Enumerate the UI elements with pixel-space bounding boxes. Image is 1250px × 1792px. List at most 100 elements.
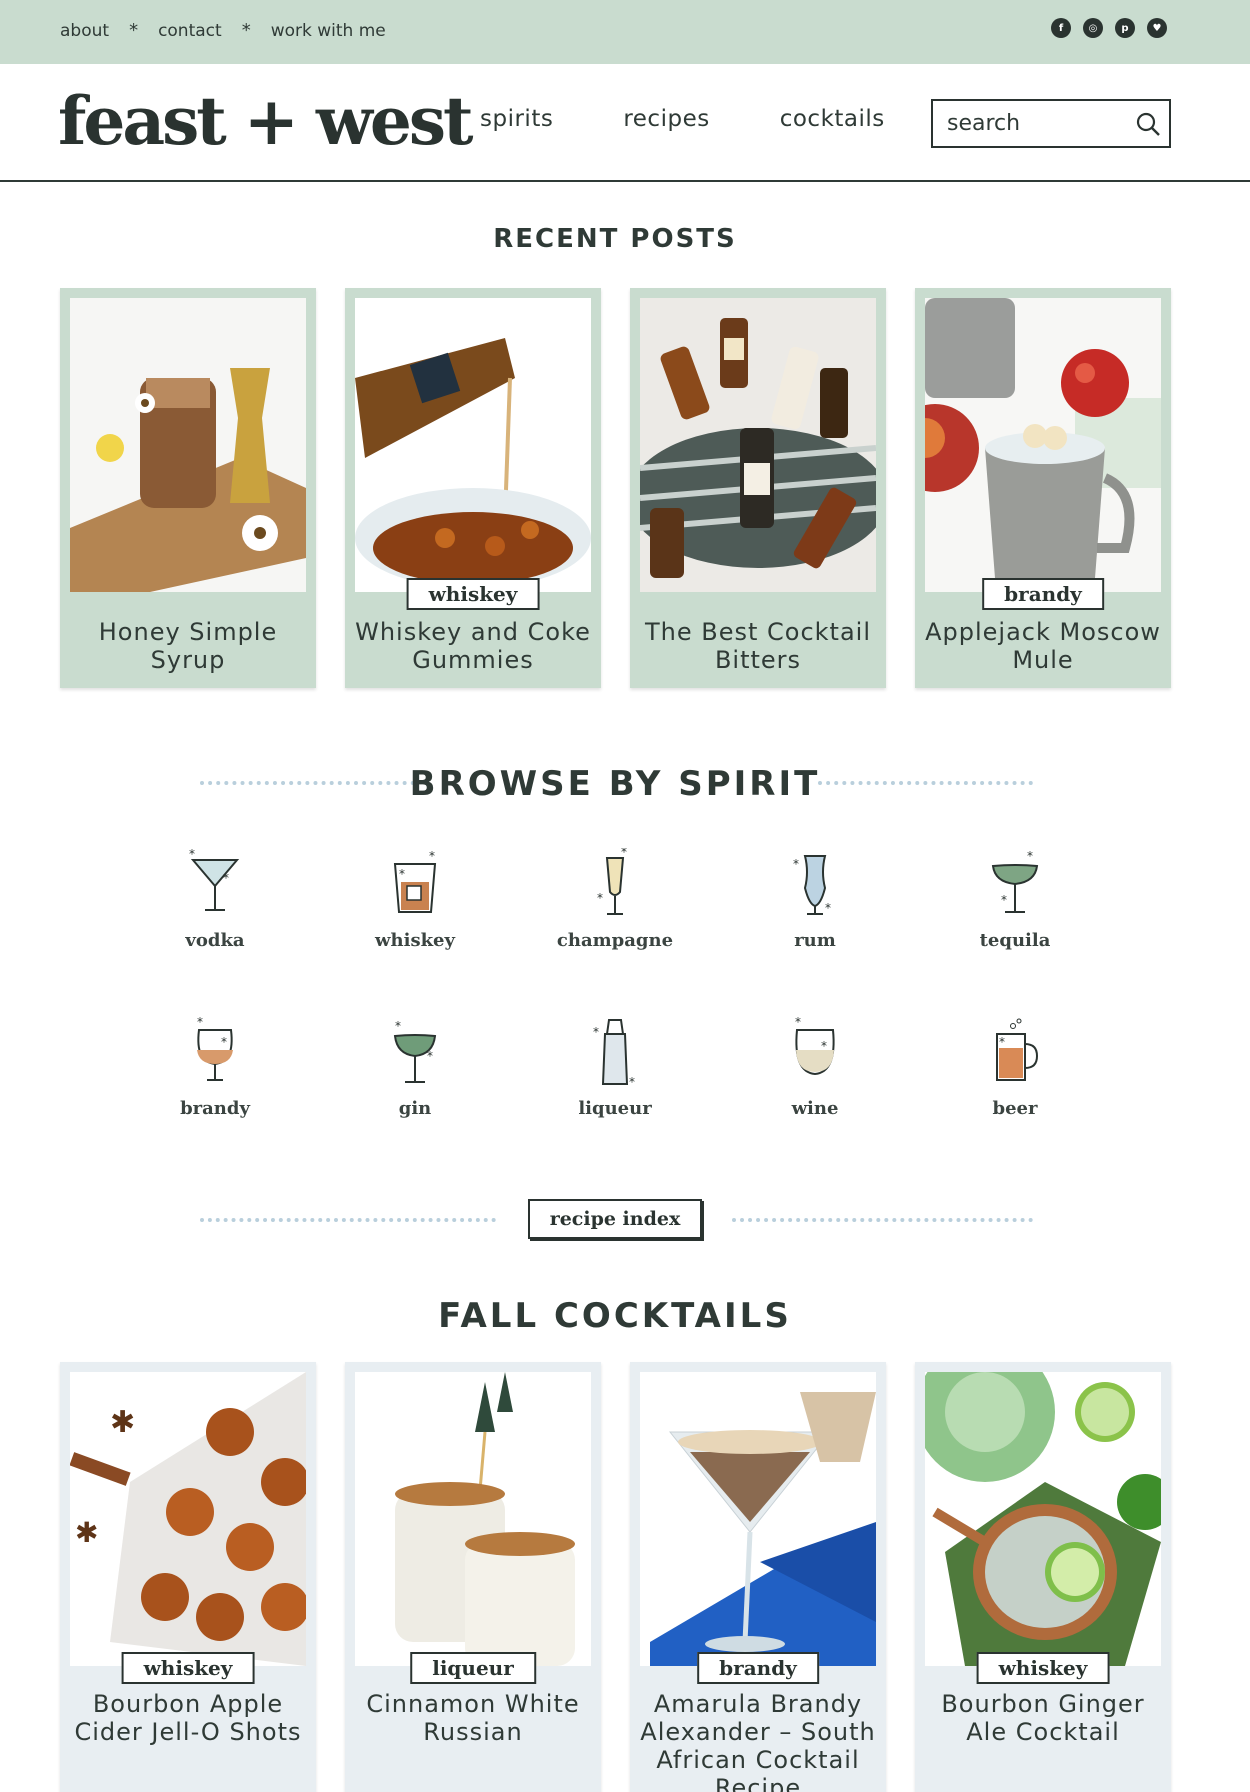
fall-cocktails-title: FALL COCKTAILS <box>438 1296 792 1336</box>
search-box <box>931 99 1171 148</box>
spirit-label[interactable]: brandy <box>145 1098 285 1119</box>
dotted-divider <box>200 1218 496 1222</box>
site-header: feast + west spirits recipes cocktails <box>0 64 1250 182</box>
post-image[interactable] <box>640 1372 876 1666</box>
category-badge[interactable]: liqueur <box>410 1652 536 1684</box>
snifter-glass-icon: ** <box>197 1016 233 1081</box>
beer-mug-icon: * <box>996 1018 1039 1081</box>
recipe-index-button[interactable]: recipe index <box>528 1199 702 1239</box>
spirit-gin[interactable]: * * gin <box>345 1016 485 1119</box>
twitter-icon[interactable]: ♥ <box>1147 18 1167 38</box>
search-input[interactable] <box>947 111 1127 136</box>
site-logo[interactable]: feast + west <box>58 82 473 160</box>
spirit-label[interactable]: rum <box>745 930 885 951</box>
spirit-label[interactable]: whiskey <box>345 930 485 951</box>
spirit-tequila[interactable]: * * tequila <box>945 848 1085 951</box>
pinterest-icon[interactable]: p <box>1115 18 1135 38</box>
top-bar: about * contact * work with me f ◎ p ♥ <box>0 0 1250 64</box>
spirit-liqueur[interactable]: * * liqueur <box>545 1016 685 1119</box>
post-card[interactable]: brandy Amarula Brandy Alexander – South … <box>630 1362 886 1792</box>
spirit-label[interactable]: tequila <box>945 930 1085 951</box>
dotted-divider <box>818 781 1033 785</box>
post-image[interactable]: ✱ ✱ <box>70 1372 306 1666</box>
post-image[interactable] <box>925 1372 1161 1666</box>
fall-cocktails-row: ✱ ✱ whiskey Bourbon Apple Cider Jell-O Sh… <box>60 1362 1171 1792</box>
post-card[interactable]: The Best Cocktail Bitters <box>630 288 886 688</box>
post-image[interactable] <box>640 298 876 592</box>
svg-text:*: * <box>189 848 195 861</box>
post-title[interactable]: Cinnamon White Russian <box>353 1690 593 1746</box>
top-nav: about * contact * work with me <box>60 20 386 41</box>
spirit-label[interactable]: beer <box>945 1098 1085 1119</box>
about-link[interactable]: about <box>60 21 109 41</box>
svg-text:*: * <box>621 848 627 859</box>
post-card[interactable]: whiskey Bourbon Ginger Ale Cocktail <box>915 1362 1171 1792</box>
spirit-champagne[interactable]: * * champagne <box>545 848 685 951</box>
coupe-glass-icon: ** <box>393 1019 437 1083</box>
post-title[interactable]: Bourbon Ginger Ale Cocktail <box>923 1690 1163 1746</box>
post-card[interactable]: whiskey Whiskey and Coke Gummies <box>345 288 601 688</box>
post-image[interactable] <box>70 298 306 592</box>
category-badge[interactable]: brandy <box>982 578 1104 610</box>
post-card[interactable]: Honey Simple Syrup <box>60 288 316 688</box>
post-image[interactable] <box>355 1372 591 1666</box>
nav-cocktails[interactable]: cocktails <box>780 106 885 132</box>
svg-text:*: * <box>795 1016 801 1029</box>
spirit-label[interactable]: liqueur <box>545 1098 685 1119</box>
champagne-flute-icon: ** <box>597 848 627 915</box>
category-badge[interactable]: whiskey <box>406 578 540 610</box>
dotted-divider <box>732 1218 1033 1222</box>
spirit-label[interactable]: champagne <box>545 930 685 951</box>
nav-separator: * <box>241 20 251 41</box>
facebook-icon[interactable]: f <box>1051 18 1071 38</box>
post-card[interactable]: liqueur Cinnamon White Russian <box>345 1362 601 1792</box>
svg-text:*: * <box>825 901 831 915</box>
post-card[interactable]: brandy Applejack Moscow Mule <box>915 288 1171 688</box>
spirit-brandy[interactable]: * * brandy <box>145 1016 285 1119</box>
spirit-label[interactable]: vodka <box>145 930 285 951</box>
svg-text:*: * <box>1001 893 1007 907</box>
svg-text:*: * <box>429 849 435 863</box>
svg-text:*: * <box>821 1039 827 1053</box>
category-badge[interactable]: whiskey <box>976 1652 1110 1684</box>
post-title[interactable]: Whiskey and Coke Gummies <box>353 618 593 674</box>
social-links: f ◎ p ♥ <box>1051 18 1167 38</box>
post-card[interactable]: ✱ ✱ whiskey Bourbon Apple Cider Jell-O Sh… <box>60 1362 316 1792</box>
svg-text:*: * <box>1027 849 1033 863</box>
nav-separator: * <box>129 20 139 41</box>
contact-link[interactable]: contact <box>158 21 222 41</box>
post-title[interactable]: Honey Simple Syrup <box>68 618 308 674</box>
svg-text:✱: ✱ <box>75 1516 98 1549</box>
spirit-label[interactable]: gin <box>345 1098 485 1119</box>
nav-spirits[interactable]: spirits <box>480 106 553 132</box>
spirit-label[interactable]: wine <box>745 1098 885 1119</box>
spirit-beer[interactable]: * beer <box>945 1016 1085 1119</box>
search-icon[interactable] <box>1135 111 1161 137</box>
instagram-icon[interactable]: ◎ <box>1083 18 1103 38</box>
svg-text:*: * <box>395 1019 401 1033</box>
svg-text:*: * <box>999 1035 1005 1049</box>
svg-text:*: * <box>427 1049 433 1063</box>
spirit-whiskey[interactable]: * * whiskey <box>345 848 485 951</box>
spirit-wine[interactable]: * * wine <box>745 1016 885 1119</box>
post-title[interactable]: Amarula Brandy Alexander – South African… <box>638 1690 878 1792</box>
category-badge[interactable]: whiskey <box>121 1652 255 1684</box>
wine-glass-icon: ** <box>795 1016 835 1076</box>
svg-text:*: * <box>629 1075 635 1089</box>
svg-text:*: * <box>793 857 799 871</box>
work-with-me-link[interactable]: work with me <box>271 21 386 41</box>
hurricane-glass-icon: ** <box>793 855 831 915</box>
post-title[interactable]: Bourbon Apple Cider Jell-O Shots <box>68 1690 308 1746</box>
recent-posts-title: RECENT POSTS <box>493 224 737 254</box>
nav-recipes[interactable]: recipes <box>623 106 709 132</box>
post-title[interactable]: The Best Cocktail Bitters <box>638 618 878 674</box>
category-badge[interactable]: brandy <box>697 1652 819 1684</box>
margarita-glass-icon: ** <box>991 849 1039 913</box>
post-image[interactable] <box>355 298 591 592</box>
spirit-vodka[interactable]: * * vodka <box>145 848 285 951</box>
spirit-rum[interactable]: * * rum <box>745 848 885 951</box>
svg-text:*: * <box>593 1025 599 1039</box>
post-image[interactable] <box>925 298 1161 592</box>
post-title[interactable]: Applejack Moscow Mule <box>923 618 1163 674</box>
svg-text:*: * <box>197 1016 203 1029</box>
